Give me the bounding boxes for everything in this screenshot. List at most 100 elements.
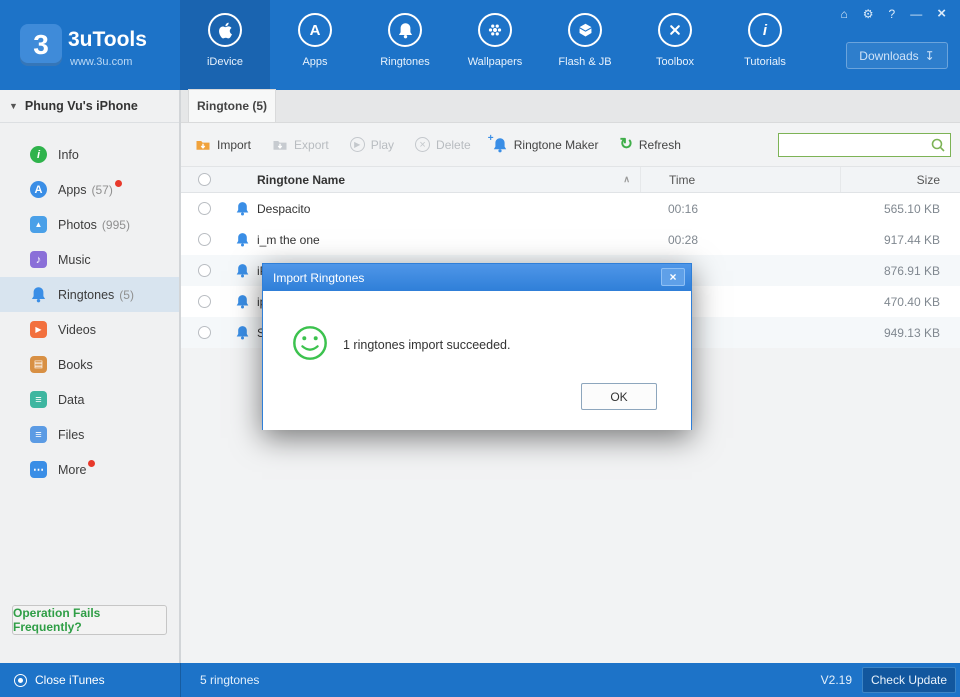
apple-icon xyxy=(208,13,242,47)
row-radio[interactable] xyxy=(198,264,211,277)
bell-icon xyxy=(30,286,47,303)
sidebar-item-label: More xyxy=(58,463,86,477)
check-update-button[interactable]: Check Update xyxy=(862,667,956,693)
ok-button[interactable]: OK xyxy=(581,383,657,410)
box-icon xyxy=(568,13,602,47)
nav-item-flash-jb[interactable]: Flash & JB xyxy=(540,0,630,90)
play-label: Play xyxy=(371,138,394,152)
music-icon: ♪ xyxy=(30,251,47,268)
sidebar-item-photos[interactable]: ▲ Photos (995) xyxy=(0,207,179,242)
footer-divider xyxy=(180,663,181,697)
close-itunes-button[interactable]: Close iTunes xyxy=(14,663,105,697)
sidebar-item-ringtones[interactable]: Ringtones (5) xyxy=(0,277,179,312)
ringtone-name: Despacito xyxy=(257,202,640,216)
book-icon: ▤ xyxy=(30,356,47,373)
ringtone-name: i_m the one xyxy=(257,233,640,247)
ringtone-maker-button[interactable]: + Ringtone Maker xyxy=(492,137,599,153)
import-button[interactable]: Import xyxy=(195,137,251,153)
nav-item-apps[interactable]: A Apps xyxy=(270,0,360,90)
ringtone-maker-label: Ringtone Maker xyxy=(514,138,599,152)
device-name: Phung Vu's iPhone xyxy=(25,99,138,113)
sidebar-item-label: Videos xyxy=(58,323,96,337)
sidebar-item-books[interactable]: ▤ Books xyxy=(0,347,179,382)
table-header: Ringtone Name ∧ Time Size xyxy=(181,167,960,193)
sidebar-item-info[interactable]: i Info xyxy=(0,137,179,172)
play-icon: ▶ xyxy=(350,137,365,152)
sidebar-item-more[interactable]: ⋯ More xyxy=(0,452,179,487)
ringtone-maker-icon: + xyxy=(492,137,508,153)
tab-ringtone[interactable]: Ringtone (5) xyxy=(188,89,276,122)
sidebar-item-label: Music xyxy=(58,253,91,267)
version-label: V2.19 xyxy=(821,663,852,697)
downloads-button[interactable]: Downloads ↧ xyxy=(846,42,948,69)
ringtone-size: 917.44 KB xyxy=(840,224,960,255)
photos-icon: ▲ xyxy=(30,216,47,233)
ringtone-size: 949.13 KB xyxy=(840,317,960,348)
home-icon[interactable]: ⌂ xyxy=(841,7,848,21)
logo-digit: 3 xyxy=(33,29,49,61)
dialog-close-button[interactable]: × xyxy=(661,268,685,286)
success-smiley-icon xyxy=(291,324,329,362)
sidebar-item-files[interactable]: ≡ Files xyxy=(0,417,179,452)
table-row[interactable]: i_m the one 00:28 917.44 KB xyxy=(181,224,960,255)
help-icon[interactable]: ? xyxy=(889,7,896,21)
nav-label: Tutorials xyxy=(744,56,786,68)
settings-gear-icon[interactable]: ⚙ xyxy=(863,7,874,21)
nav-item-idevice[interactable]: iDevice xyxy=(180,0,270,90)
downloads-label: Downloads xyxy=(859,49,918,63)
status-bar: Close iTunes 5 ringtones V2.19 Check Upd… xyxy=(0,663,960,697)
dialog-title: Import Ringtones xyxy=(273,271,364,285)
refresh-button[interactable]: ↻ Refresh xyxy=(619,137,680,153)
table-row[interactable]: Despacito 00:16 565.10 KB xyxy=(181,193,960,224)
play-glyph: ▶ xyxy=(354,140,360,149)
info-icon: i xyxy=(748,13,782,47)
download-arrow-icon: ↧ xyxy=(925,49,935,63)
row-radio[interactable] xyxy=(198,202,211,215)
ringtone-size: 876.91 KB xyxy=(840,255,960,286)
row-radio[interactable] xyxy=(198,233,211,246)
export-button[interactable]: Export xyxy=(272,137,329,153)
close-button[interactable]: × xyxy=(937,7,946,21)
sidebar-item-videos[interactable]: ▶ Videos xyxy=(0,312,179,347)
sidebar-item-label: Data xyxy=(58,393,84,407)
operation-fails-button[interactable]: Operation Fails Frequently? xyxy=(12,605,167,635)
column-header-time[interactable]: Time xyxy=(640,167,840,192)
row-radio[interactable] xyxy=(198,326,211,339)
export-label: Export xyxy=(294,138,329,152)
column-header-name[interactable]: Ringtone Name ∧ xyxy=(257,173,640,187)
dialog-message: 1 ringtones import succeeded. xyxy=(343,338,510,352)
nav-item-toolbox[interactable]: Toolbox xyxy=(630,0,720,90)
play-button[interactable]: ▶ Play xyxy=(350,137,394,152)
delete-icon: × xyxy=(415,137,430,152)
search-input[interactable] xyxy=(778,133,951,157)
apps-letter: A xyxy=(310,22,321,39)
sidebar-item-label: Info xyxy=(58,148,79,162)
refresh-icon: ↻ xyxy=(619,137,632,153)
nav-item-wallpapers[interactable]: Wallpapers xyxy=(450,0,540,90)
delete-button[interactable]: × Delete xyxy=(415,137,471,152)
minimize-button[interactable]: — xyxy=(910,7,922,21)
brand-site: www.3u.com xyxy=(70,56,132,68)
sidebar-item-apps[interactable]: A Apps (57) xyxy=(0,172,179,207)
nav-item-ringtones[interactable]: Ringtones xyxy=(360,0,450,90)
nav-label: Apps xyxy=(302,56,327,68)
select-all-radio[interactable] xyxy=(198,173,211,186)
nav-item-tutorials[interactable]: i Tutorials xyxy=(720,0,810,90)
row-radio[interactable] xyxy=(198,295,211,308)
record-circle-icon xyxy=(14,674,27,687)
apps-icon: A xyxy=(30,181,47,198)
bell-icon xyxy=(227,232,257,247)
dialog-titlebar[interactable]: Import Ringtones xyxy=(263,264,691,291)
notification-dot xyxy=(88,460,95,467)
search-icon[interactable] xyxy=(930,137,946,153)
column-header-size[interactable]: Size xyxy=(840,167,960,192)
device-selector[interactable]: ▼ Phung Vu's iPhone xyxy=(0,90,179,123)
tab-strip: Ringtone (5) xyxy=(181,90,960,123)
search-box xyxy=(778,133,951,157)
import-folder-icon xyxy=(195,137,211,153)
sidebar-item-music[interactable]: ♪ Music xyxy=(0,242,179,277)
import-label: Import xyxy=(217,138,251,152)
sidebar-item-data[interactable]: ≡ Data xyxy=(0,382,179,417)
sidebar-item-label: Ringtones xyxy=(58,288,114,302)
apps-icon: A xyxy=(298,13,332,47)
